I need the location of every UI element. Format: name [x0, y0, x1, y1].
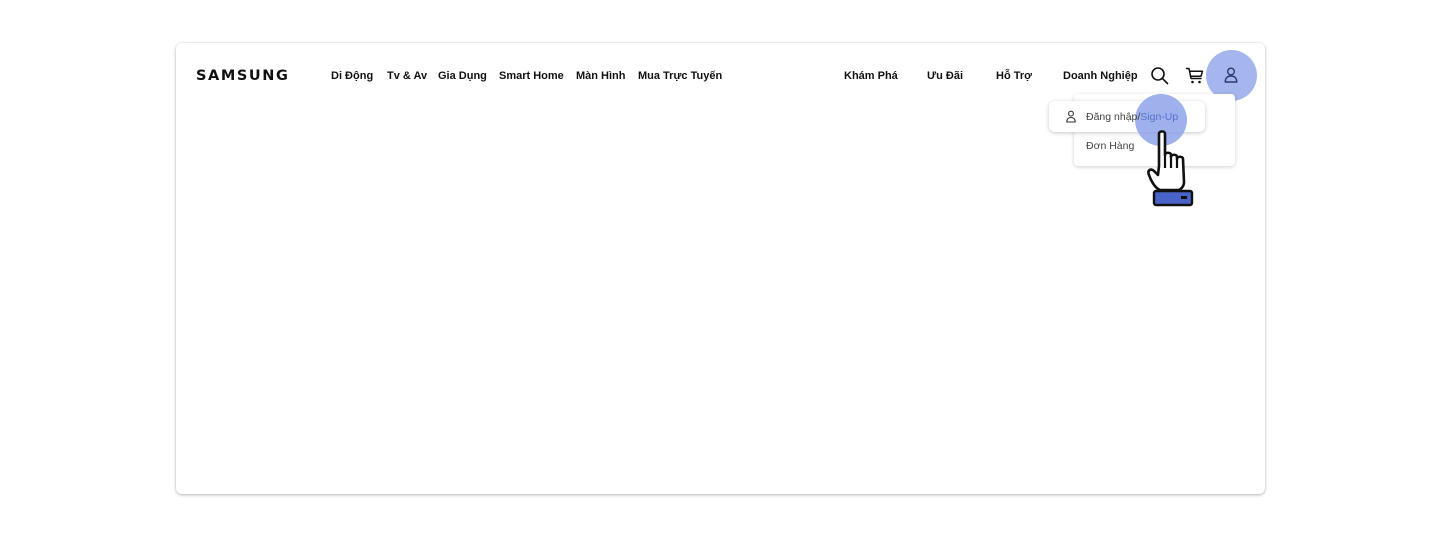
nav-kham-pha[interactable]: Khám Phá: [844, 70, 898, 82]
nav-uu-dai[interactable]: Ưu Đãi: [927, 70, 963, 82]
user-icon[interactable]: [1222, 66, 1240, 84]
user-small-icon: [1065, 110, 1077, 123]
nav-di-dong[interactable]: Di Động: [331, 70, 373, 82]
login-text[interactable]: Đăng nhập/: [1086, 111, 1140, 123]
nav-smart-home[interactable]: Smart Home: [499, 70, 564, 82]
signup-text[interactable]: Sign-Up: [1140, 111, 1178, 123]
login-label[interactable]: Đăng nhập/Sign-Up: [1086, 111, 1178, 123]
orders-menu-item[interactable]: Đơn Hàng: [1086, 140, 1134, 152]
nav-doanh-nghiep[interactable]: Doanh Nghiệp: [1063, 70, 1138, 82]
nav-gia-dung[interactable]: Gia Dụng: [438, 70, 487, 82]
hand-cursor-icon: [1146, 126, 1198, 208]
nav-man-hinh[interactable]: Màn Hình: [576, 70, 626, 82]
cart-icon[interactable]: [1185, 66, 1205, 86]
nav-ho-tro[interactable]: Hỗ Trợ: [996, 70, 1032, 82]
search-icon[interactable]: [1150, 66, 1170, 86]
nav-mua-truc-tuyen[interactable]: Mua Trực Tuyến: [638, 70, 722, 82]
samsung-logo[interactable]: SAMSUNG: [196, 68, 290, 84]
nav-tv-av[interactable]: Tv & Av: [387, 70, 427, 82]
